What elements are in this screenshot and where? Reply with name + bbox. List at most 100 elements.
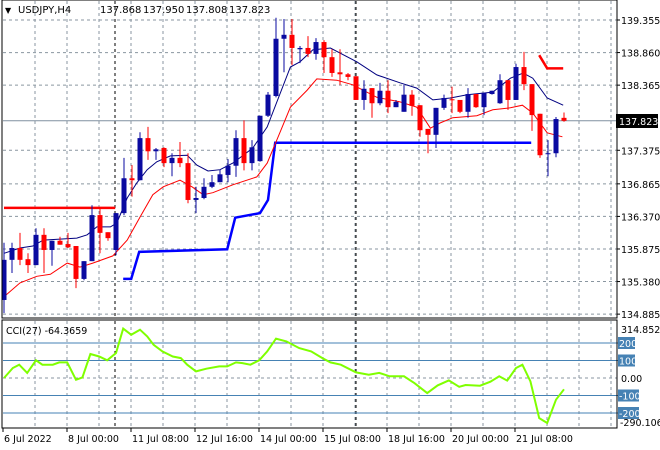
- high-value: 137.950: [143, 5, 184, 16]
- candle-bull: [121, 178, 127, 214]
- candle-bull: [401, 94, 407, 112]
- resistance-line-right: [538, 54, 564, 70]
- cci-zero-label: 0.00: [621, 374, 642, 385]
- candle-bull: [441, 97, 447, 108]
- candle-bear: [537, 113, 543, 156]
- candle-bear: [177, 157, 183, 164]
- candle-bull: [137, 138, 143, 181]
- candle-bear: [337, 72, 343, 75]
- candle-bear: [241, 138, 247, 164]
- cci-level-label: 100: [619, 357, 637, 368]
- candle-bull: [433, 107, 439, 135]
- price-tick-label: 136.865: [621, 180, 660, 191]
- candle-bull: [153, 149, 159, 152]
- low-value: 137.808: [186, 5, 227, 16]
- cci-max-label: 314.8526: [621, 325, 660, 336]
- candle-bull: [33, 234, 39, 266]
- candle-bear: [73, 246, 79, 279]
- price-tick-label: 135.380: [621, 278, 660, 289]
- candle-bear: [97, 215, 103, 233]
- candle-bear: [105, 232, 111, 239]
- time-tick-label: 21 Jul 08:00: [516, 434, 573, 445]
- candle-bull: [281, 34, 287, 39]
- candle-bear: [17, 247, 23, 260]
- candle-bull: [257, 115, 263, 162]
- candle-bear: [41, 234, 47, 250]
- cci-label: CCI(27) -64.3659: [6, 326, 87, 337]
- cci-levels: [3, 342, 620, 414]
- candle-bull: [377, 90, 383, 104]
- candle-bull: [273, 38, 279, 96]
- cci-level-label: 200: [619, 339, 637, 350]
- candle-bull: [513, 67, 519, 100]
- candle-bear: [57, 240, 63, 245]
- candle-bear: [321, 42, 327, 58]
- cci-panel-border: [1, 319, 618, 429]
- grid: [3, 1, 617, 427]
- candle-bear: [417, 105, 423, 131]
- candle-bear: [185, 163, 191, 200]
- candle-bear: [65, 244, 71, 248]
- candle-bull: [193, 197, 199, 200]
- cci-min-label: -290.1064: [620, 418, 660, 429]
- time-tick-label: 12 Jul 16:00: [196, 434, 253, 445]
- candle-bull: [297, 47, 303, 50]
- candle-bull: [489, 90, 495, 95]
- current-price-label: 137.823: [619, 117, 658, 128]
- candle-bear: [505, 80, 511, 100]
- open-value: 137.868: [100, 5, 141, 16]
- candle-bull: [113, 213, 119, 250]
- candle-bull: [225, 165, 231, 175]
- candle-bull: [233, 138, 239, 166]
- candle-bull: [169, 157, 175, 164]
- candle-bull: [361, 88, 367, 100]
- candle-bull: [465, 94, 471, 112]
- candle-bull: [209, 182, 215, 187]
- time-tick-label: 6 Jul 2022: [4, 434, 52, 445]
- time-tick-label: 14 Jul 00:00: [260, 434, 317, 445]
- price-axis: 139.355 138.860 138.365 137.375 136.865 136.3…: [617, 16, 660, 321]
- candle-bull: [313, 42, 319, 54]
- price-tick-label: 136.370: [621, 212, 660, 223]
- candle-bear: [369, 88, 375, 104]
- time-tick-label: 20 Jul 00:00: [452, 434, 509, 445]
- candle-bull: [9, 247, 15, 260]
- candle-bear: [521, 67, 527, 85]
- candle-bull: [81, 261, 87, 279]
- price-tick-label: 137.375: [621, 146, 660, 157]
- candle-bull: [217, 174, 223, 183]
- candle-bear: [457, 99, 463, 112]
- price-tick-label: 134.885: [621, 310, 660, 321]
- candle-bull: [201, 186, 207, 198]
- time-tick-label: 15 Jul 08:00: [324, 434, 381, 445]
- time-tick-label: 18 Jul 16:00: [388, 434, 445, 445]
- candle-bull: [49, 240, 55, 250]
- candle-bear: [561, 117, 567, 121]
- price-tick-label: 138.860: [621, 49, 660, 60]
- candle-bear: [529, 84, 535, 116]
- price-tick-label: 139.355: [621, 16, 660, 27]
- candle-bear: [449, 99, 455, 101]
- chart-window[interactable]: 139.355 138.860 138.365 137.375 136.865 136.3…: [0, 0, 660, 450]
- candle-bull: [545, 153, 551, 155]
- time-tick-label: 8 Jul 00:00: [68, 434, 119, 445]
- collapse-arrow-icon[interactable]: ▼: [5, 6, 12, 15]
- candle-bear: [145, 138, 151, 152]
- candle-bull: [265, 94, 271, 116]
- candle-bull: [481, 92, 487, 108]
- candle-bear: [161, 147, 167, 164]
- candle-bear: [425, 128, 431, 135]
- time-axis: 6 Jul 2022 8 Jul 00:00 11 Jul 08:00 12 Jul …: [2, 428, 573, 445]
- price-tick-label: 135.875: [621, 245, 660, 256]
- candle-bear: [329, 57, 335, 73]
- candle-bear: [25, 259, 31, 266]
- support-line: [123, 141, 532, 281]
- candle-bear: [473, 94, 479, 108]
- candle-bull: [497, 80, 503, 104]
- candle-bear: [409, 94, 415, 106]
- candle-bear: [305, 47, 311, 54]
- close-value: 137.823: [229, 5, 270, 16]
- moving-average-slow: [3, 78, 563, 298]
- candle-bull: [553, 119, 559, 154]
- candle-bull: [393, 101, 399, 108]
